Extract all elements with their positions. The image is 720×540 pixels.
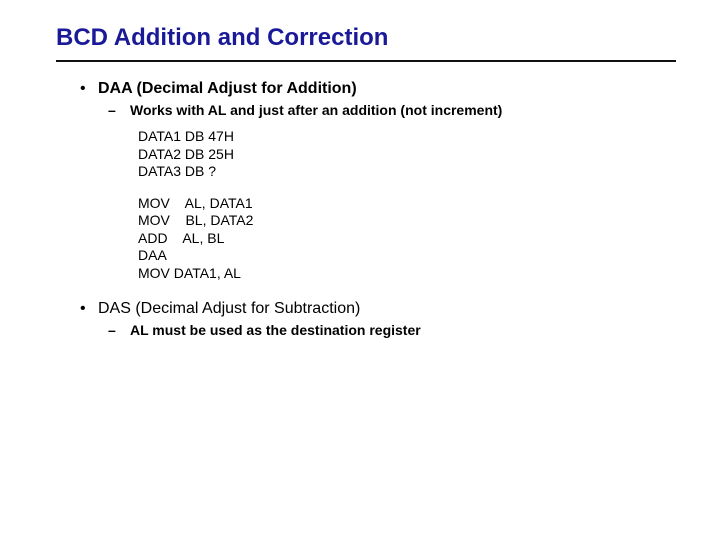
bullet-icon: • <box>80 300 98 318</box>
dash-icon: – <box>108 322 130 338</box>
list-item: – AL must be used as the destination reg… <box>108 322 680 338</box>
code-block: MOV AL, DATA1 MOV BL, DATA2 ADD AL, BL D… <box>138 195 680 283</box>
dash-icon: – <box>108 102 130 118</box>
slide-title: BCD Addition and Correction <box>56 24 680 52</box>
bullet-icon: • <box>80 80 98 98</box>
list-item: – Works with AL and just after an additi… <box>108 102 680 118</box>
code-block: DATA1 DB 47H DATA2 DB 25H DATA3 DB ? <box>138 128 680 181</box>
title-divider <box>56 60 676 62</box>
list-item: • DAA (Decimal Adjust for Addition) – Wo… <box>80 80 680 282</box>
list-item: • DAS (Decimal Adjust for Subtraction) –… <box>80 300 680 338</box>
sub-list: – AL must be used as the destination reg… <box>108 322 680 338</box>
sub-list: – Works with AL and just after an additi… <box>108 102 680 118</box>
sub-item-text: Works with AL and just after an addition… <box>130 102 502 118</box>
item-text: DAS (Decimal Adjust for Subtraction) <box>98 300 360 318</box>
bullet-list: • DAA (Decimal Adjust for Addition) – Wo… <box>80 80 680 338</box>
item-text: DAA (Decimal Adjust for Addition) <box>98 80 357 98</box>
sub-item-text: AL must be used as the destination regis… <box>130 322 421 338</box>
